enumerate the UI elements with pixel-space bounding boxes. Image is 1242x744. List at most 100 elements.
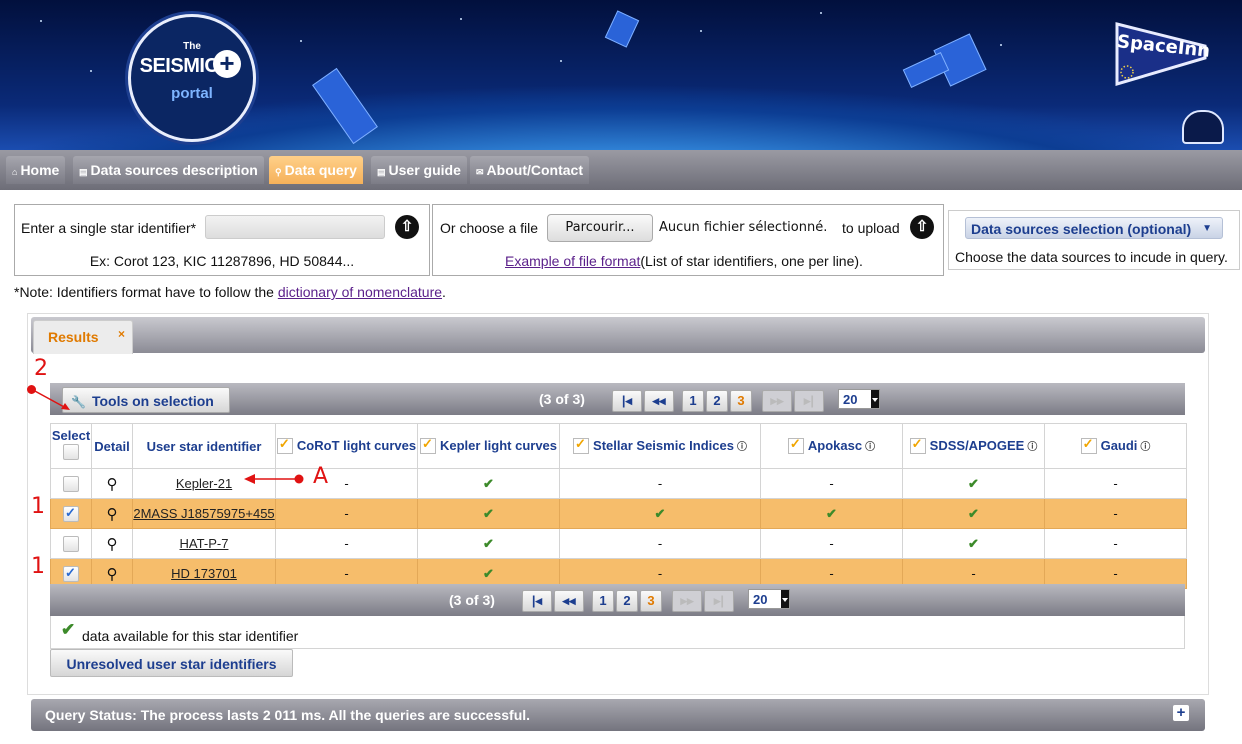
browse-button[interactable]: Parcourir... [547,214,653,242]
last-page-button[interactable]: ▸| [794,390,824,412]
corot-source-checkbox[interactable] [276,436,293,455]
row-identifier[interactable]: 2MASS J18575975+455 [132,498,276,529]
next-page-button[interactable]: ▸▸ [762,390,792,412]
row-detail[interactable]: ⚲ [91,498,133,529]
upload-icon[interactable]: ⇧ [910,215,934,239]
cell-apokasc: - [760,528,903,559]
col-gaudi-label: Gaudi [1100,437,1138,453]
row-identifier[interactable]: HAT-P-7 [132,528,276,559]
upload-icon[interactable]: ⇧ [395,215,419,239]
single-star-panel: Enter a single star identifier* ⇧ Ex: Co… [14,204,430,276]
cell-gaudi: - [1044,468,1187,499]
magnifier-icon[interactable]: ⚲ [107,506,118,523]
magnifier-icon[interactable]: ⚲ [107,476,118,493]
info-icon[interactable]: ⓘ [1027,442,1037,453]
col-corot[interactable]: CoRoT light curves [275,423,418,469]
kepler-source-checkbox[interactable] [419,436,436,455]
star-identifier-link[interactable]: HD 173701 [171,566,237,581]
apokasc-source-checkbox[interactable] [787,436,804,455]
page-1-button[interactable]: 1 [682,390,704,412]
results-tabbar [31,317,1205,353]
tab-results[interactable]: Results × [33,320,133,354]
info-icon[interactable]: ⓘ [737,442,747,453]
star-identifier-link[interactable]: 2MASS J18575975+455 [134,506,275,521]
col-apokasc-label: Apokasc [807,437,863,453]
rows-per-page-select[interactable]: 20 [748,589,790,609]
home-icon: ⌂ [12,167,18,177]
select-all-checkbox[interactable] [63,443,79,460]
col-apogee-label: SDSS/APOGEE [929,437,1025,453]
data-sources-panel: Data sources selection (optional) ▼ Choo… [948,210,1240,270]
example-file-link[interactable]: Example of file format [505,253,640,269]
col-select-label: Select [51,428,91,443]
row-detail[interactable]: ⚲ [91,468,133,499]
row-select[interactable] [50,528,92,559]
tools-on-selection-button[interactable]: 🔧 Tools on selection [62,387,230,413]
table-row[interactable]: ⚲ Kepler-21 - ✔ - - ✔ - [50,468,1187,499]
star-identifier-input[interactable] [205,215,385,239]
close-icon[interactable]: × [118,327,125,341]
star-identifier-link[interactable]: HAT-P-7 [180,536,229,551]
seismic-source-checkbox[interactable] [573,436,590,455]
page-2-button[interactable]: 2 [706,390,728,412]
col-apogee[interactable]: SDSS/APOGEEⓘ [902,423,1045,469]
row-checkbox[interactable] [63,505,79,522]
apogee-source-checkbox[interactable] [909,436,926,455]
row-checkbox[interactable] [63,565,79,582]
tab-data-sources[interactable]: ▤ Data sources description [73,156,264,184]
unresolved-identifiers-button[interactable]: Unresolved user star identifiers [50,649,293,677]
table-row[interactable]: ⚲ 2MASS J18575975+455 - ✔ ✔ ✔ ✔ - [50,498,1187,529]
data-sources-dropdown[interactable]: Data sources selection (optional) ▼ [965,217,1223,239]
tab-home[interactable]: ⌂ Home [6,156,66,184]
cell-gaudi: - [1044,498,1187,529]
results-pager-top: 🔧 Tools on selection (3 of 3) |◂ ◂◂ 1 2 3… [50,383,1185,415]
rows-per-page-select[interactable]: 20 [838,389,880,409]
page-2-button[interactable]: 2 [616,590,638,612]
query-status-text: Query Status: The process lasts 2 011 ms… [45,707,531,723]
prev-page-button[interactable]: ◂◂ [554,590,584,612]
tab-about-contact[interactable]: ✉ About/Contact [470,156,589,184]
page-1-button[interactable]: 1 [592,590,614,612]
row-select[interactable] [50,498,92,529]
magnifier-icon[interactable]: ⚲ [107,566,118,583]
cell-apokasc: - [760,468,903,499]
legend-box: ✔ data available for this star identifie… [50,616,1185,649]
col-apokasc[interactable]: Apokascⓘ [760,423,903,469]
expand-icon[interactable]: + [1173,705,1189,721]
page-3-button[interactable]: 3 [730,390,752,412]
row-checkbox[interactable] [63,475,79,492]
cell-corot: - [275,498,418,529]
prev-page-button[interactable]: ◂◂ [644,390,674,412]
tab-data-query[interactable]: ⚲ Data query [269,156,363,184]
page-3-button[interactable]: 3 [640,590,662,612]
col-seismic[interactable]: Stellar Seismic Indicesⓘ [559,423,761,469]
row-select[interactable] [50,468,92,499]
spaceinn-logo[interactable]: SpaceInn [1113,18,1211,88]
row-checkbox[interactable] [63,535,79,552]
col-gaudi[interactable]: Gaudiⓘ [1044,423,1187,469]
info-icon[interactable]: ⓘ [1140,442,1150,453]
last-page-button[interactable]: ▸| [704,590,734,612]
query-status-bar[interactable]: Query Status: The process lasts 2 011 ms… [31,699,1205,731]
nomenclature-link[interactable]: dictionary of nomenclature [278,284,442,300]
tab-user-guide[interactable]: ▤ User guide [371,156,467,184]
next-page-button[interactable]: ▸▸ [672,590,702,612]
seismic-portal-logo[interactable]: The SEISMIC + portal [128,14,256,142]
magnifier-icon[interactable]: ⚲ [107,536,118,553]
satellite-icon [312,67,378,145]
annotation-1: 1 [31,554,45,579]
table-row[interactable]: ⚲ HAT-P-7 - ✔ - - ✔ - [50,528,1187,559]
rows-per-page-value: 20 [753,592,768,607]
col-kepler[interactable]: Kepler light curves [417,423,560,469]
cell-kepler: ✔ [417,528,560,559]
main-nav: ⌂ Home ▤ Data sources description ⚲ Data qu… [0,150,1242,190]
cell-seismic: ✔ [559,498,761,529]
info-icon[interactable]: ⓘ [865,442,875,453]
annotation-1: 1 [31,494,45,519]
row-detail[interactable]: ⚲ [91,528,133,559]
gaudi-source-checkbox[interactable] [1080,436,1097,455]
first-page-button[interactable]: |◂ [522,590,552,612]
first-page-button[interactable]: |◂ [612,390,642,412]
tab-about-contact-label: About/Contact [486,162,583,178]
star-identifier-link[interactable]: Kepler-21 [176,476,232,491]
